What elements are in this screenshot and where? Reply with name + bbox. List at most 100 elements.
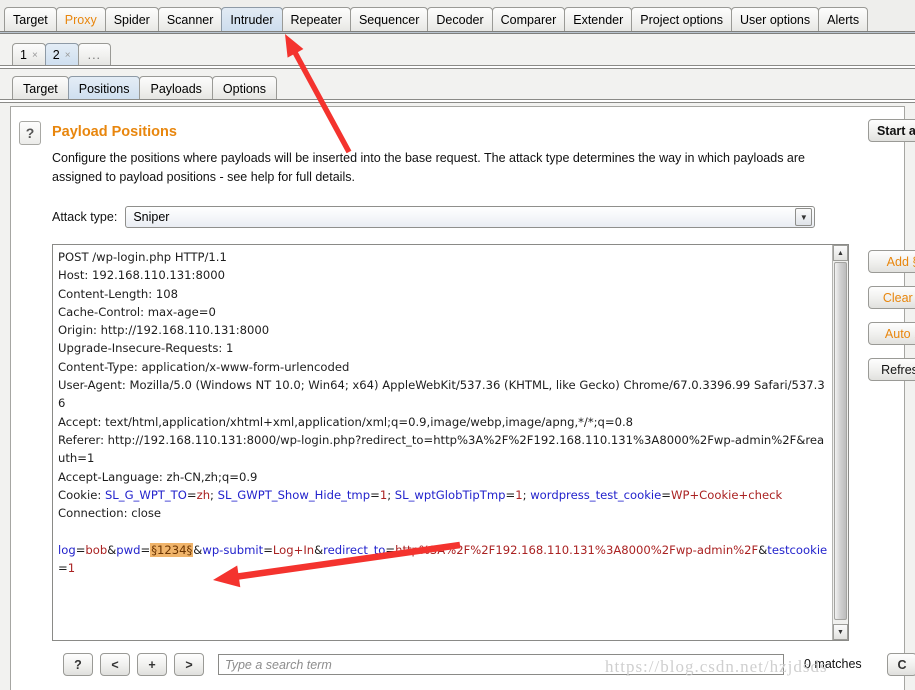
request-segment: Accept: text/html,application/xhtml+xml,… (58, 414, 634, 429)
request-segment: = (75, 542, 86, 557)
request-segment: = (385, 542, 396, 557)
main-tab-project-options[interactable]: Project options (631, 7, 732, 32)
main-tab-repeater[interactable]: Repeater (281, 7, 351, 32)
request-line: User-Agent: Mozilla/5.0 (Windows NT 10.0… (58, 376, 828, 413)
attack-type-row: Attack type: Sniper ▼ (52, 206, 816, 228)
request-segment: Cookie: (58, 487, 105, 502)
request-segment: wp-submit (202, 542, 264, 557)
inner-tab-label: Positions (78, 81, 130, 96)
main-tab-sequencer[interactable]: Sequencer (349, 7, 429, 32)
request-line: POST /wp-login.php HTTP/1.1 (58, 248, 828, 266)
request-segment: Host: 192.168.110.131:8000 (58, 268, 225, 283)
main-tab-comparer[interactable]: Comparer (491, 7, 566, 32)
request-editor[interactable]: POST /wp-login.php HTTP/1.1 Host: 192.168… (52, 244, 849, 641)
request-segment: Connection: close (58, 506, 162, 521)
case-sensitive-button[interactable]: C (887, 653, 915, 676)
search-input[interactable]: Type a search term (218, 654, 784, 675)
close-icon[interactable]: × (65, 50, 71, 61)
main-tab-bar: Target Proxy Spider Scanner Intruder Repeater… (0, 0, 915, 32)
request-line: Connection: close (58, 504, 828, 522)
help-glyph: ? (25, 125, 35, 141)
inner-tab-label: Payloads (150, 81, 202, 96)
payload-positions-panel: ? Payload Positions Configure the positi… (10, 106, 915, 690)
main-tab-spider[interactable]: Spider (104, 7, 159, 32)
request-segment: Origin: http://192.168.110.131:8000 (58, 323, 270, 338)
request-text[interactable]: POST /wp-login.php HTTP/1.1 Host: 192.168… (53, 245, 832, 640)
add-marker-button[interactable]: Add § (868, 250, 915, 273)
request-line: log=bob&pwd=§1234§&wp-submit=Log+In&redi… (58, 541, 828, 578)
inner-tab-label: Options (222, 81, 267, 96)
request-segment: = (140, 542, 151, 557)
main-tab-label: Intruder (230, 13, 274, 27)
main-tab-label: Project options (640, 13, 723, 27)
request-segment: 1 (515, 487, 523, 502)
main-tab-label: User options (739, 13, 811, 27)
scroll-up-icon[interactable]: ▲ (833, 245, 848, 261)
main-tab-proxy[interactable]: Proxy (55, 7, 106, 32)
request-line: Cache-Control: max-age=0 (58, 303, 828, 321)
request-segment: User-Agent: Mozilla/5.0 (Windows NT 10.0… (58, 378, 825, 411)
request-line: Accept: text/html,application/xhtml+xml,… (58, 413, 828, 431)
close-icon[interactable]: × (32, 50, 38, 61)
inner-tab-payloads[interactable]: Payloads (139, 76, 213, 100)
main-tab-user-options[interactable]: User options (730, 7, 820, 32)
main-tab-label: Decoder (436, 13, 484, 27)
request-segment: & (314, 542, 324, 557)
request-segment: Referer: http://192.168.110.131:8000/wp-… (58, 432, 825, 466)
search-help-button[interactable]: ? (63, 653, 93, 676)
attack-tab-moremoremore[interactable]: ... (77, 43, 112, 66)
request-segment: = (505, 487, 516, 502)
start-attack-button[interactable]: Start attack (868, 119, 915, 142)
request-line: Origin: http://192.168.110.131:8000 (58, 321, 828, 339)
main-tab-scanner[interactable]: Scanner (157, 7, 223, 32)
search-prev-button[interactable]: < (100, 653, 130, 676)
request-segment: pwd (116, 542, 141, 557)
main-tab-label: Proxy (64, 13, 97, 27)
request-segment: Log+In (272, 542, 315, 557)
main-tab-label: Repeater (290, 13, 342, 27)
scroll-down-icon[interactable]: ▼ (833, 624, 848, 640)
main-tab-intruder[interactable]: Intruder (221, 7, 283, 32)
main-tab-label: Spider (113, 13, 150, 27)
request-segment: SL_G_WPT_TO (104, 487, 187, 502)
request-line: Cookie: SL_G_WPT_TO=zh; SL_GWPT_Show_Hid… (58, 486, 828, 504)
request-segment: bob (85, 542, 108, 557)
inner-tab-label: Target (23, 81, 58, 96)
main-tab-label: Target (13, 13, 48, 27)
inner-tab-underline (0, 99, 915, 103)
chevron-down-icon[interactable]: ▼ (795, 208, 813, 226)
request-segment: = (263, 542, 273, 557)
main-tab-alerts[interactable]: Alerts (818, 7, 869, 32)
request-segment: log (58, 542, 76, 557)
request-segment: = (370, 487, 380, 502)
main-tab-extender[interactable]: Extender (564, 7, 633, 32)
inner-tab-target[interactable]: Target (12, 76, 69, 100)
request-segment: wordpress_test_cookie (530, 487, 662, 502)
search-add-button[interactable]: + (137, 653, 167, 676)
editor-vertical-scrollbar[interactable]: ▲ ▼ (832, 245, 848, 640)
attack-type-select[interactable]: Sniper ▼ (125, 206, 816, 228)
help-icon[interactable]: ? (19, 121, 41, 145)
scrollbar-thumb[interactable] (834, 262, 847, 620)
request-line: Accept-Language: zh-CN,zh;q=0.9 (58, 468, 828, 486)
inner-tab-positions[interactable]: Positions (67, 76, 141, 100)
attack-type-value: Sniper (133, 210, 170, 224)
clear-markers-button[interactable]: Clear § (868, 286, 915, 309)
request-segment: = (661, 487, 671, 502)
request-segment: SL_GWPT_Show_Hide_tmp (217, 487, 371, 502)
search-placeholder: Type a search term (225, 657, 332, 672)
request-line: Content-Type: application/x-www-form-url… (58, 358, 828, 376)
main-tab-target[interactable]: Target (4, 7, 57, 32)
inner-tab-options[interactable]: Options (211, 76, 278, 100)
request-segment: http%3A%2F%2F192.168.110.131%3A8000%2Fwp… (395, 542, 759, 557)
refresh-button[interactable]: Refresh (868, 358, 915, 381)
request-segment: 1 (67, 561, 76, 576)
request-segment: & (107, 542, 117, 557)
payload-marker[interactable]: §1234§ (150, 542, 194, 557)
request-segment: zh (196, 487, 211, 502)
search-next-button[interactable]: > (174, 653, 204, 676)
attack-tab-1[interactable]: 1 × (12, 43, 46, 66)
attack-tab-2[interactable]: 2 × (44, 43, 79, 66)
main-tab-decoder[interactable]: Decoder (427, 7, 493, 32)
auto-markers-button[interactable]: Auto § (868, 322, 915, 345)
